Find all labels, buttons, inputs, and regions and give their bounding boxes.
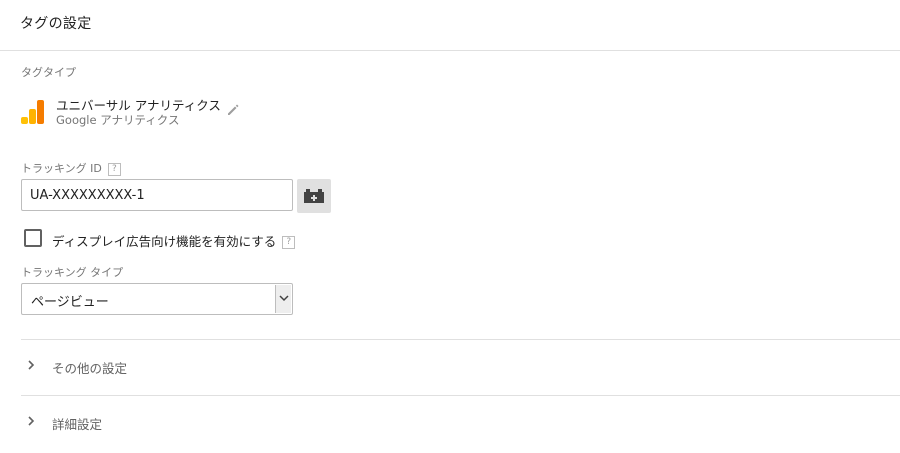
advanced-settings-label: 詳細設定 xyxy=(52,417,103,432)
panel-title: タグの設定 xyxy=(20,16,92,32)
tracking-id-input[interactable] xyxy=(21,179,293,211)
chevron-down-icon xyxy=(279,295,289,302)
tracking-type-label: トラッキング タイプ xyxy=(21,266,124,279)
tag-type-label: タグタイプ xyxy=(21,66,76,79)
tag-type-selector[interactable]: ユニバーサル アナリティクス Google アナリティクス xyxy=(20,94,250,130)
panel-header: タグの設定 xyxy=(0,0,900,51)
google-analytics-icon xyxy=(20,98,46,124)
chevron-right-icon xyxy=(28,416,35,426)
tracking-type-value: ページビュー xyxy=(31,295,109,310)
other-settings-toggle[interactable]: その他の設定 xyxy=(21,352,881,382)
chevron-right-icon xyxy=(28,360,35,370)
tracking-type-select[interactable]: ページビュー xyxy=(21,283,293,315)
divider xyxy=(21,339,900,340)
insert-variable-button[interactable] xyxy=(297,179,331,213)
dropdown-arrow[interactable] xyxy=(275,285,291,313)
tracking-id-label: トラッキング ID? xyxy=(21,160,121,176)
advanced-settings-toggle[interactable]: 詳細設定 xyxy=(21,408,881,438)
tag-type-subtitle: Google アナリティクス xyxy=(56,113,180,127)
help-icon[interactable]: ? xyxy=(107,162,121,176)
other-settings-label: その他の設定 xyxy=(52,361,128,376)
display-ads-checkbox[interactable] xyxy=(24,229,42,247)
pencil-icon[interactable] xyxy=(226,103,240,117)
tag-config-panel: タグの設定 タグタイプ ユニバーサル アナリティクス Google アナリティク… xyxy=(0,0,900,453)
variable-block-icon xyxy=(304,189,324,203)
divider xyxy=(21,395,900,396)
display-ads-label: ディスプレイ広告向け機能を有効にする? xyxy=(52,231,296,250)
help-icon[interactable]: ? xyxy=(282,236,296,249)
